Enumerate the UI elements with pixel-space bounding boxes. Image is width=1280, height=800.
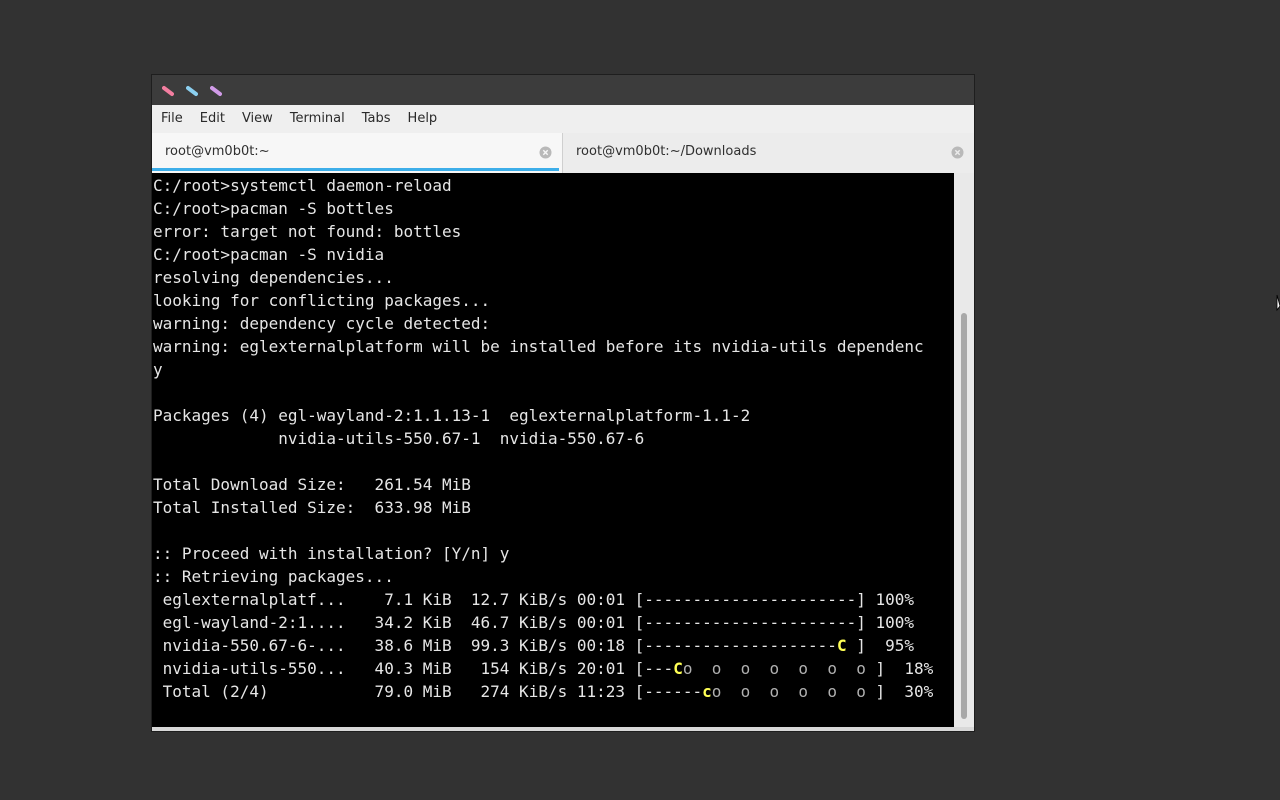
download-size: 7.1 KiB — [345, 590, 452, 609]
download-size: 79.0 MiB — [345, 682, 452, 701]
desktop: File Edit View Terminal Tabs Help root@v… — [0, 0, 1280, 800]
terminal-line: nvidia-utils-550.67-1 nvidia-550.67-6 — [153, 429, 645, 448]
pink-pill-icon — [162, 86, 174, 96]
tab-root-downloads[interactable]: root@vm0b0t:~/Downloads — [562, 133, 974, 173]
menu-view[interactable]: View — [233, 105, 281, 133]
terminal-line: error: target not found: bottles — [153, 222, 462, 241]
menu-terminal[interactable]: Terminal — [281, 105, 353, 133]
progress-segment: --- — [644, 659, 674, 678]
terminal-line: Total Download Size: 261.54 MiB — [153, 475, 471, 494]
tab-label: root@vm0b0t:~ — [165, 144, 270, 159]
download-percent: 100% — [865, 613, 915, 632]
download-size: 38.6 MiB — [345, 636, 452, 655]
close-circle-icon[interactable] — [539, 146, 552, 159]
terminal-text: C:/root>systemctl daemon-reload C:/root>p… — [152, 173, 954, 703]
download-time: 00:01 — [567, 590, 626, 609]
mouse-cursor-icon — [1276, 294, 1280, 312]
terminal-line: Total Installed Size: 633.98 MiB — [153, 498, 471, 517]
menu-file[interactable]: File — [152, 105, 191, 133]
download-rate: 12.7 KiB/s — [451, 590, 568, 609]
terminal-window: File Edit View Terminal Tabs Help root@v… — [152, 75, 974, 731]
terminal-line: y — [153, 360, 163, 379]
progress-segment: C — [836, 636, 847, 655]
download-rate: 46.7 KiB/s — [451, 613, 568, 632]
download-rate: 154 KiB/s — [451, 659, 568, 678]
download-name: Total (2/4) — [153, 682, 346, 701]
window-close-button[interactable] — [162, 85, 174, 97]
download-progress-bar: [----------------------] — [625, 613, 866, 632]
download-row: Total (2/4) 79.0 MiB 274 KiB/s 11:23 [--… — [153, 680, 954, 703]
scrollbar-thumb[interactable] — [961, 313, 967, 719]
download-percent: 100% — [865, 590, 915, 609]
tab-bar: root@vm0b0t:~ root@vm0b0t:~/Downloads — [152, 133, 974, 173]
title-bar[interactable] — [152, 75, 974, 105]
download-percent: 30% — [885, 682, 934, 701]
purple-pill-icon — [210, 86, 222, 96]
download-name: egl-wayland-2:1.... — [153, 613, 346, 632]
download-size: 40.3 MiB — [345, 659, 452, 678]
download-progress-bar: [------co o o o o o ] — [625, 682, 886, 701]
progress-segment: o o o o o o — [711, 682, 876, 701]
progress-segment: ---------------------- — [644, 590, 857, 609]
tab-root-home[interactable]: root@vm0b0t:~ — [152, 133, 562, 173]
download-row: egl-wayland-2:1.... 34.2 KiB 46.7 KiB/s … — [153, 611, 954, 634]
terminal-line: :: Proceed with installation? [Y/n] y — [153, 544, 510, 563]
terminal-line: Packages (4) egl-wayland-2:1.1.13-1 egle… — [153, 406, 751, 425]
window-minimize-button[interactable] — [186, 85, 198, 97]
window-maximize-button[interactable] — [210, 85, 222, 97]
progress-segment: o o o o o o o — [682, 659, 876, 678]
terminal-output[interactable]: C:/root>systemctl daemon-reload C:/root>p… — [152, 173, 954, 727]
menu-help[interactable]: Help — [399, 105, 446, 133]
menu-bar: File Edit View Terminal Tabs Help — [152, 105, 974, 133]
download-progress-bar: [---Co o o o o o o ] — [625, 659, 886, 678]
download-row: eglexternalplatf... 7.1 KiB 12.7 KiB/s 0… — [153, 588, 954, 611]
download-size: 34.2 KiB — [345, 613, 452, 632]
terminal-line: C:/root>pacman -S bottles — [153, 199, 394, 218]
tab-label: root@vm0b0t:~/Downloads — [576, 144, 757, 159]
progress-segment: ------ — [644, 682, 703, 701]
window-bottom-edge — [152, 727, 974, 731]
download-name: nvidia-utils-550... — [153, 659, 346, 678]
download-name: eglexternalplatf... — [153, 590, 346, 609]
active-tab-indicator — [152, 168, 559, 171]
menu-tabs[interactable]: Tabs — [353, 105, 399, 133]
download-progress-bar: [--------------------C ] — [625, 636, 866, 655]
download-progress-bar: [----------------------] — [625, 590, 866, 609]
download-name: nvidia-550.67-6-... — [153, 636, 346, 655]
terminal-line: C:/root>systemctl daemon-reload — [153, 176, 452, 195]
terminal-line: resolving dependencies... — [153, 268, 394, 287]
terminal-line: :: Retrieving packages... — [153, 567, 394, 586]
download-time: 11:23 — [567, 682, 626, 701]
download-row: nvidia-utils-550... 40.3 MiB 154 KiB/s 2… — [153, 657, 954, 680]
progress-segment: ---------------------- — [644, 613, 857, 632]
terminal-line: warning: dependency cycle detected: — [153, 314, 491, 333]
download-time: 00:18 — [567, 636, 626, 655]
download-percent: 18% — [885, 659, 934, 678]
download-percent: 95% — [865, 636, 915, 655]
progress-segment: C — [673, 659, 683, 678]
progress-segment: c — [702, 682, 712, 701]
download-rate: 274 KiB/s — [451, 682, 568, 701]
download-time: 20:01 — [567, 659, 626, 678]
terminal-line: looking for conflicting packages... — [153, 291, 491, 310]
menu-edit[interactable]: Edit — [191, 105, 233, 133]
close-circle-icon[interactable] — [951, 146, 964, 159]
progress-segment: -------------------- — [644, 636, 837, 655]
download-rate: 99.3 KiB/s — [451, 636, 568, 655]
terminal-line: C:/root>pacman -S nvidia — [153, 245, 385, 264]
blue-pill-icon — [186, 86, 198, 96]
progress-segment — [847, 636, 857, 655]
download-row: nvidia-550.67-6-... 38.6 MiB 99.3 KiB/s … — [153, 634, 954, 657]
terminal-line: warning: eglexternalplatform will be ins… — [153, 337, 924, 356]
download-time: 00:01 — [567, 613, 626, 632]
terminal-scrollbar[interactable] — [954, 173, 974, 727]
